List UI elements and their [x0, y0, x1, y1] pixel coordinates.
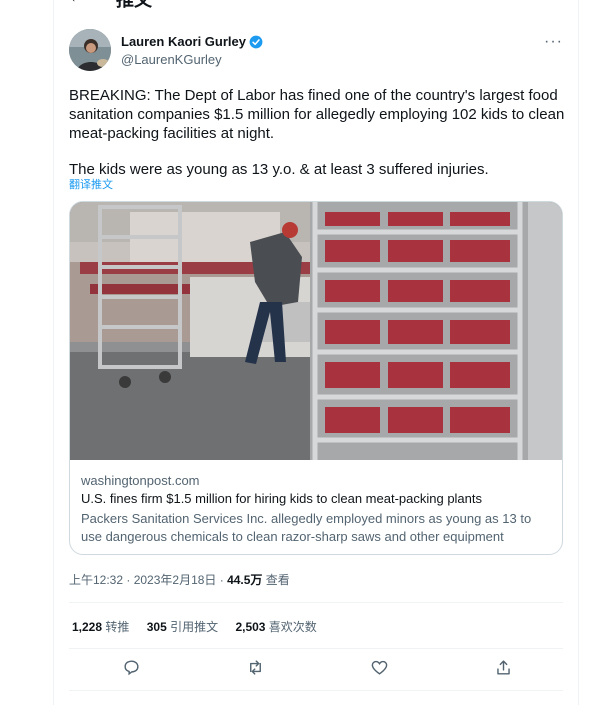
reply-icon[interactable]: [116, 652, 146, 682]
top-bar: ← 推文: [54, 0, 578, 10]
retweet-count: 1,228: [72, 620, 103, 634]
verified-badge-icon: [249, 35, 263, 49]
like-count: 2,503: [235, 620, 266, 634]
author-name[interactable]: Lauren Kaori Gurley: [121, 34, 246, 49]
like-label: 喜欢次数: [265, 620, 317, 634]
like-count-link[interactable]: 2,503 喜欢次数: [235, 620, 316, 634]
view-label: 查看: [262, 573, 290, 587]
share-icon[interactable]: [488, 652, 518, 682]
more-options-icon[interactable]: ···: [544, 33, 563, 51]
tweet-detail-panel: ← 推文 Lauren Kaori Gurley @LaurenKGurley …: [53, 0, 579, 705]
card-title: U.S. fines firm $1.5 million for hiring …: [81, 491, 483, 506]
tweet-paragraph: BREAKING: The Dept of Labor has fined on…: [69, 87, 565, 142]
quote-count: 305: [146, 620, 167, 634]
arrow-left-icon[interactable]: ←: [68, 0, 86, 7]
like-icon[interactable]: [364, 652, 394, 682]
tweet-metadata: 上午12:32 · 2023年2月18日 · 44.5万 查看: [69, 571, 290, 588]
quote-count-link[interactable]: 305 引用推文: [147, 620, 218, 634]
action-bar: [54, 652, 578, 688]
author-handle[interactable]: @LaurenKGurley: [121, 52, 222, 67]
card-image: [70, 202, 562, 460]
page-title: 推文: [116, 0, 152, 10]
translate-tweet-link[interactable]: 翻译推文: [69, 176, 113, 192]
tweet-text: BREAKING: The Dept of Labor has fined on…: [69, 86, 569, 179]
divider: [69, 690, 563, 691]
view-count: 44.5万: [227, 573, 263, 587]
tweet-paragraph: The kids were as young as 13 y.o. & at l…: [69, 161, 489, 178]
card-domain: washingtonpost.com: [81, 473, 200, 488]
card-description: Packers Sanitation Services Inc. alleged…: [81, 511, 532, 544]
tweet-timestamp[interactable]: 上午12:32 · 2023年2月18日 ·: [69, 573, 227, 587]
avatar-image: [69, 29, 111, 71]
avatar[interactable]: [69, 29, 111, 71]
retweet-count-link[interactable]: 1,228 转推: [72, 620, 129, 634]
quote-label: 引用推文: [166, 620, 219, 634]
divider: [69, 648, 563, 649]
link-card[interactable]: washingtonpost.com U.S. fines firm $1.5 …: [69, 201, 563, 555]
retweet-label: 转推: [102, 620, 130, 634]
tweet-stats: 1,228 转推 305 引用推文 2,503 喜欢次数: [72, 618, 331, 635]
divider: [69, 602, 563, 603]
retweet-icon[interactable]: [240, 652, 270, 682]
